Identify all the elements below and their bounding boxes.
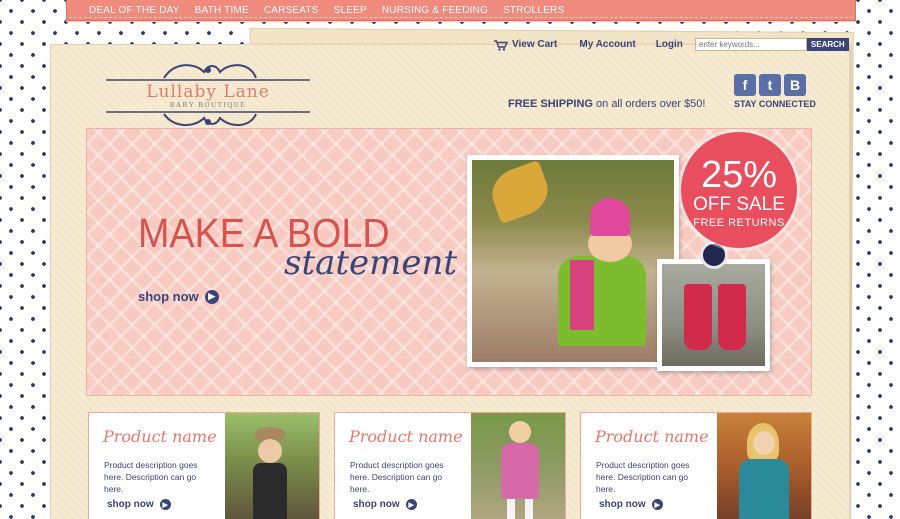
cart-icon [494,39,509,51]
nav-item-nursing-feeding[interactable]: NURSING & FEEDING [382,5,488,16]
facebook-icon[interactable]: f [734,74,756,96]
hero-photo-boots [657,259,770,371]
nav-stitch-divider [69,17,853,18]
hero-script: statement [284,243,458,283]
utility-bar: View Cart My Account Login SEARCH [494,38,849,51]
sale-free-returns: FREE RETURNS [693,217,785,229]
search-input[interactable] [694,38,807,51]
arrow-right-icon: ▶ [651,499,663,510]
shipping-banner: FREE SHIPPING on all orders over $50! [508,98,705,110]
twitter-icon[interactable]: t [759,74,781,96]
login-link[interactable]: Login [656,39,683,50]
leaves-illustration [485,160,555,225]
view-cart-link[interactable]: View Cart [494,39,558,51]
arrow-right-icon: ▶ [405,499,417,510]
product-image[interactable] [471,413,565,519]
hero-photo-child [467,155,679,367]
product-image[interactable] [717,413,811,519]
stay-connected-label: STAY CONNECTED [734,99,816,109]
product-shop-now-button[interactable]: shop now ▶ [353,499,417,510]
child-hat [590,198,630,236]
shipping-bold: FREE SHIPPING [508,98,593,110]
view-cart-label: View Cart [512,39,558,50]
product-shop-now-label: shop now [107,499,154,510]
product-image[interactable] [225,413,319,519]
sale-percent: 25% [700,154,778,196]
nav-item-carseats[interactable]: CARSEATS [264,5,319,16]
nav-item-deal-of-the-day[interactable]: DEAL OF THE DAY [89,5,180,16]
top-nav: DEAL OF THE DAY BATH TIME CARSEATS SLEEP… [66,0,856,21]
my-account-link[interactable]: My Account [579,39,635,50]
search-button[interactable]: SEARCH [806,38,849,51]
product-description: Product description goes here. Descripti… [104,460,198,494]
hero-shop-now-label: shop now [138,289,199,304]
sale-off: OFF SALE [693,194,785,215]
child-scarf [570,260,594,330]
nav-item-strollers[interactable]: STROLLERS [503,5,564,16]
product-shop-now-label: shop now [353,499,400,510]
sale-badge[interactable]: 25% OFF SALE FREE RETURNS [681,132,797,248]
product-shop-now-button[interactable]: shop now ▶ [599,499,663,510]
logo-subtitle: BABY BOUTIQUE [169,101,247,109]
hero-shop-now-button[interactable]: shop now ▶ [138,289,219,304]
boot-left [684,284,712,350]
product-card[interactable]: Product name Product description goes he… [88,412,320,519]
logo-title: Lullaby Lane [146,82,270,102]
arrow-right-icon: ▶ [204,289,219,304]
nav-item-sleep[interactable]: SLEEP [334,5,367,16]
product-name[interactable]: Product name [349,427,463,446]
product-description: Product description goes here. Descripti… [350,460,444,494]
product-card[interactable]: Product name Product description goes he… [334,412,566,519]
product-description: Product description goes here. Descripti… [596,460,690,494]
logo[interactable]: Lullaby Lane BABY BOUTIQUE [104,60,312,128]
arrow-right-icon: ▶ [159,499,171,510]
boot-right [718,284,746,350]
product-shop-now-label: shop now [599,499,646,510]
product-card[interactable]: Product name Product description goes he… [580,412,812,519]
shipping-text: on all orders over $50! [592,98,706,110]
product-shop-now-button[interactable]: shop now ▶ [107,499,171,510]
product-name[interactable]: Product name [103,427,217,446]
blogger-icon[interactable]: B [784,74,806,96]
nav-item-bath-time[interactable]: BATH TIME [195,5,249,16]
social-links: f t B [734,74,806,96]
product-name[interactable]: Product name [595,427,709,446]
